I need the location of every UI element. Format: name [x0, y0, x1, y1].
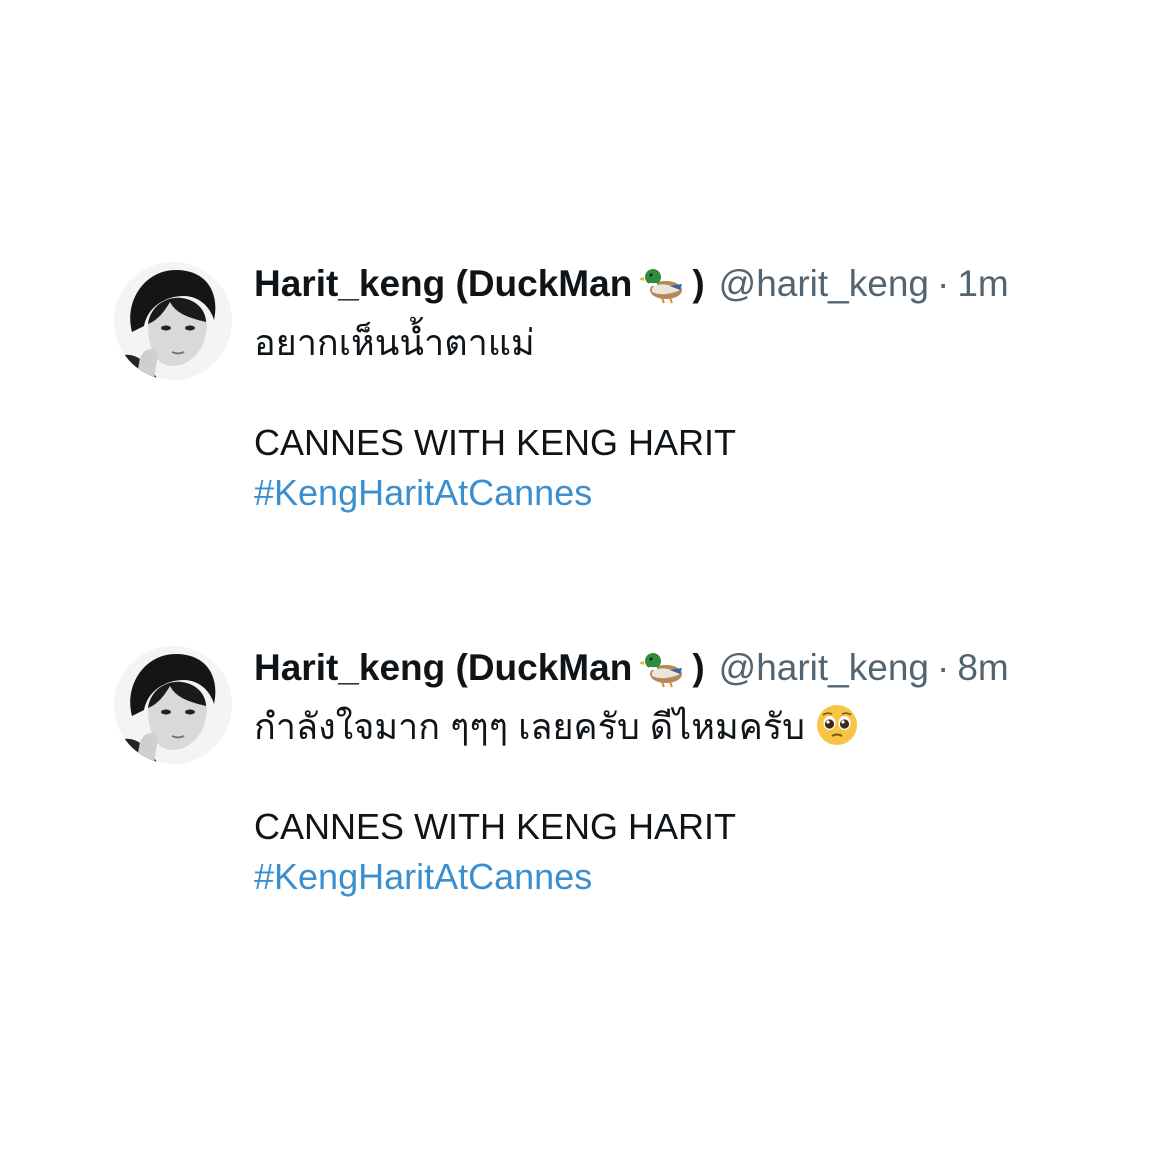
duck-icon [638, 264, 686, 304]
avatar-portrait-icon [114, 262, 232, 380]
tweet-text-thai: กำลังใจมาก ๆๆๆ เลยครับ ดีไหมครับ [254, 706, 806, 747]
separator-dot: · [937, 647, 950, 688]
tweet-timestamp[interactable]: 8m [957, 646, 1008, 690]
avatar[interactable] [114, 646, 232, 764]
duck-icon [638, 648, 686, 688]
tweet-text-line: CANNES WITH KENG HARIT [254, 422, 737, 463]
tweet-text-thai-line: กำลังใจมาก ๆๆๆ เลยครับ ดีไหมครับ [254, 702, 1134, 752]
tweet-content: Harit_keng (DuckMan ) @harit_keng · 8m ก [254, 646, 1134, 902]
display-name[interactable]: Harit_keng (DuckMan [254, 646, 632, 690]
user-handle[interactable]: @harit_keng [719, 262, 929, 306]
avatar-portrait-icon [114, 646, 232, 764]
tweet-text-thai: อยากเห็นน้ำตาแม่ [254, 322, 535, 363]
tweet-header: Harit_keng (DuckMan ) @harit_keng · 8m [254, 646, 1134, 690]
pleading-face-icon [815, 703, 859, 747]
hashtag-link[interactable]: #KengHaritAtCannes [254, 468, 1134, 518]
hashtag-link[interactable]: #KengHaritAtCannes [254, 852, 1134, 902]
display-name-close: ) [692, 647, 705, 688]
tweet-header: Harit_keng (DuckMan ) @harit_keng · 1m [254, 262, 1134, 306]
tweet-content: Harit_keng (DuckMan ) @harit_keng · 1m อ [254, 262, 1134, 518]
tweet-text: กำลังใจมาก ๆๆๆ เลยครับ ดีไหมครับ CANNES … [254, 702, 1134, 902]
tweet-timestamp[interactable]: 1m [957, 262, 1008, 306]
display-name-close: ) [692, 263, 705, 304]
user-handle[interactable]: @harit_keng [719, 646, 929, 690]
avatar[interactable] [114, 262, 232, 380]
tweet-text-line: CANNES WITH KENG HARIT [254, 806, 737, 847]
separator-dot: · [937, 263, 950, 304]
tweet-text: อยากเห็นน้ำตาแม่ CANNES WITH KENG HARIT … [254, 318, 1134, 518]
display-name[interactable]: Harit_keng (DuckMan [254, 262, 632, 306]
